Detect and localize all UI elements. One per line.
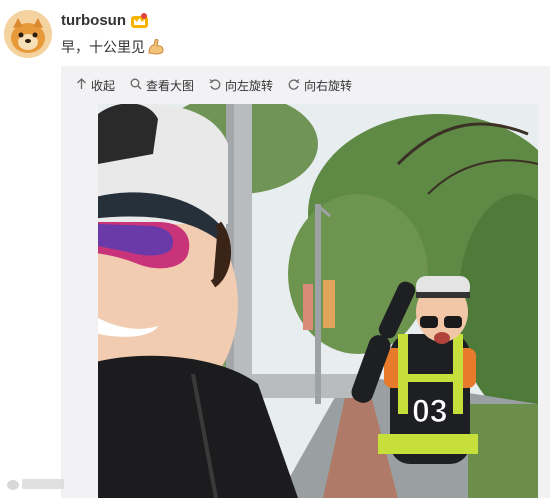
rotate-left-icon bbox=[209, 78, 221, 93]
rotate-right-button[interactable]: 向右旋转 bbox=[288, 77, 352, 94]
svg-text:03: 03 bbox=[412, 393, 448, 429]
watermark bbox=[6, 476, 66, 495]
rotate-right-icon bbox=[288, 78, 300, 93]
username-text[interactable]: turbosun bbox=[61, 12, 126, 29]
crown-badge-icon bbox=[131, 13, 148, 32]
arrow-up-icon bbox=[76, 77, 87, 93]
post-username[interactable]: turbosun bbox=[61, 12, 148, 32]
collapse-label: 收起 bbox=[91, 78, 116, 93]
view-large-label: 查看大图 bbox=[146, 78, 195, 93]
post-text: 早，十公里见 bbox=[61, 37, 165, 58]
rotate-left-button[interactable]: 向左旋转 bbox=[209, 77, 273, 94]
media-viewer: 收起 查看大图 向左旋转 向右旋转 03 bbox=[61, 66, 550, 498]
user-avatar[interactable] bbox=[4, 10, 52, 58]
magnifier-icon bbox=[130, 78, 142, 93]
rotate-right-label: 向右旋转 bbox=[304, 78, 353, 93]
post-photo[interactable]: 03 bbox=[98, 104, 538, 498]
media-toolbar: 收起 查看大图 向左旋转 向右旋转 bbox=[61, 66, 550, 104]
rotate-left-label: 向左旋转 bbox=[225, 78, 274, 93]
post-text-content: 早，十公里见 bbox=[61, 39, 145, 55]
view-large-button[interactable]: 查看大图 bbox=[130, 77, 194, 94]
flexed-bicep-icon bbox=[147, 38, 165, 58]
collapse-button[interactable]: 收起 bbox=[76, 77, 115, 94]
